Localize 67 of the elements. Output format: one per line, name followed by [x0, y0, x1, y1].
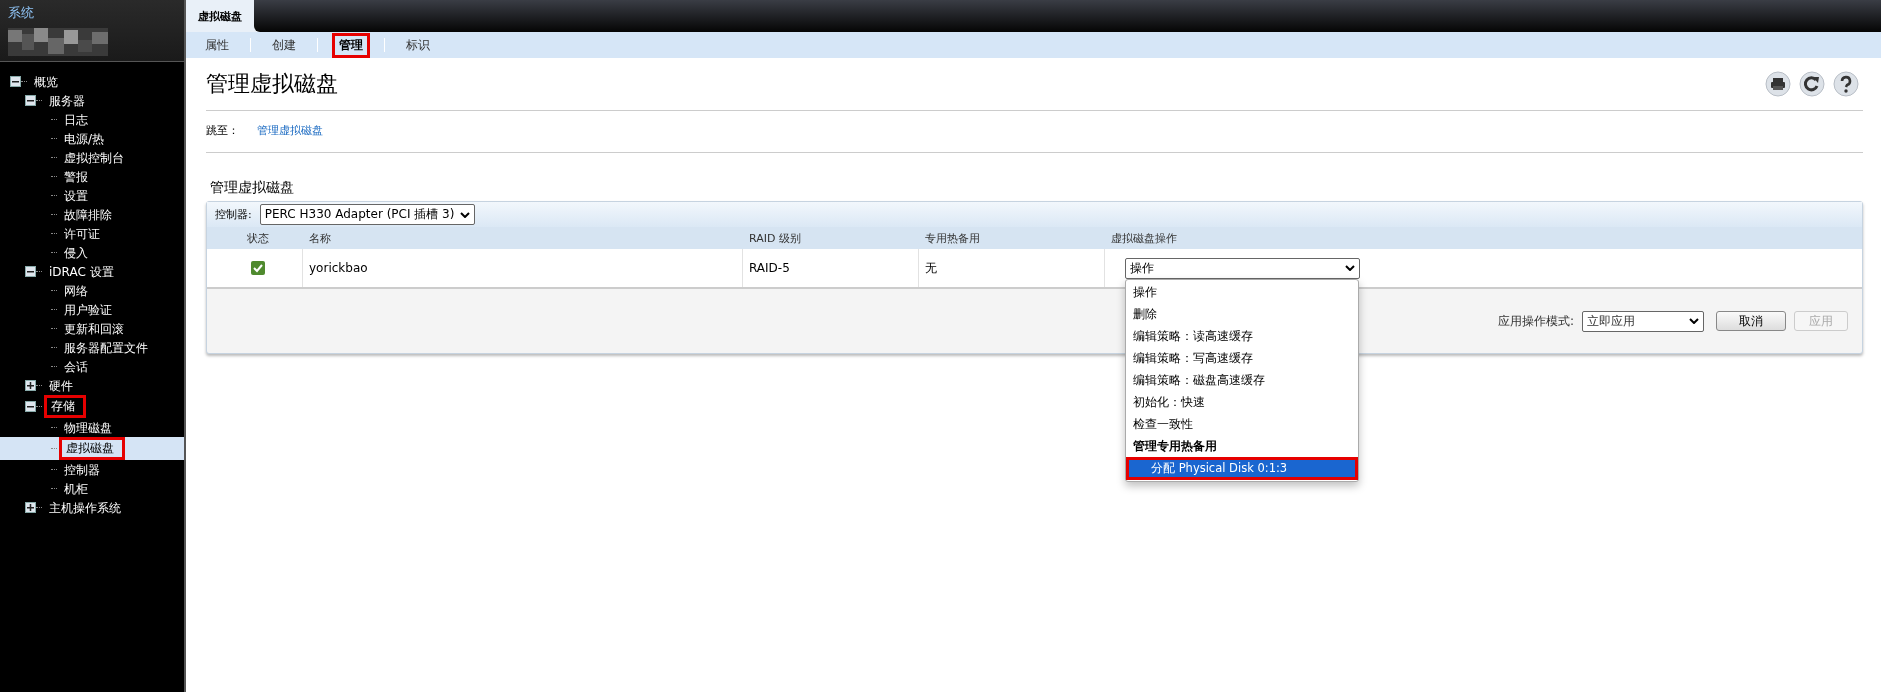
- tab[interactable]: 属性: [198, 32, 236, 58]
- column-header: 专用热备用: [924, 230, 981, 246]
- apply-mode-label: 应用操作模式:: [1497, 312, 1574, 330]
- tree-item[interactable]: 日志: [59, 110, 93, 129]
- collapse-icon[interactable]: [10, 76, 21, 87]
- tree-item[interactable]: 服务器配置文件: [59, 338, 153, 357]
- column-header: 虚拟磁盘操作: [1110, 230, 1178, 246]
- tree-item[interactable]: 用户验证: [59, 300, 117, 319]
- tree-item[interactable]: 存储: [44, 395, 86, 418]
- table-cell: 无: [919, 249, 1105, 287]
- tab[interactable]: 标识: [399, 32, 437, 58]
- collapse-icon[interactable]: [25, 401, 36, 412]
- controller-select[interactable]: PERC H330 Adapter (PCI 插槽 3): [259, 204, 476, 225]
- expand-icon[interactable]: [25, 502, 36, 513]
- dropdown-option[interactable]: 操作: [1126, 281, 1358, 304]
- tree-item[interactable]: 机柜: [59, 479, 93, 498]
- tree-item[interactable]: 更新和回滚: [59, 319, 129, 338]
- tree-item[interactable]: 设置: [59, 186, 93, 205]
- dropdown-option[interactable]: 编辑策略：写高速缓存: [1126, 347, 1358, 370]
- dropdown-option[interactable]: 管理专用热备用: [1126, 435, 1358, 458]
- jump-link[interactable]: 管理虚拟磁盘: [257, 123, 323, 138]
- action-button[interactable]: 取消: [1716, 311, 1786, 331]
- dropdown-option[interactable]: 检查一致性: [1126, 413, 1358, 436]
- tree-item[interactable]: 许可证: [59, 224, 105, 243]
- jump-label: 跳至：: [206, 123, 239, 138]
- refresh-icon[interactable]: [1799, 71, 1825, 97]
- table-cell: yorickbao: [303, 249, 743, 287]
- collapse-icon[interactable]: [25, 95, 36, 106]
- expand-icon[interactable]: [25, 380, 36, 391]
- tree-item[interactable]: 服务器: [44, 91, 90, 110]
- tree-item[interactable]: 概览: [29, 72, 63, 91]
- tree-item[interactable]: 虚拟控制台: [59, 148, 129, 167]
- dropdown-option[interactable]: 初始化：快速: [1126, 391, 1358, 414]
- sidebar-title: 系统: [8, 4, 35, 22]
- dropdown-option[interactable]: 编辑策略：磁盘高速缓存: [1126, 369, 1358, 392]
- print-icon[interactable]: [1765, 71, 1791, 97]
- tree-item[interactable]: 侵入: [59, 243, 93, 262]
- column-header: 状态: [246, 230, 270, 246]
- tree-item[interactable]: 网络: [59, 281, 93, 300]
- chevron-icon: [460, 211, 471, 218]
- collapse-icon[interactable]: [25, 266, 36, 277]
- tree-item[interactable]: 警报: [59, 167, 93, 186]
- tree-item[interactable]: 电源/热: [59, 129, 110, 148]
- column-header: 名称: [308, 230, 332, 246]
- controller-label: 控制器:: [215, 207, 252, 222]
- tree-item[interactable]: iDRAC 设置: [44, 262, 119, 281]
- chevron-icon: [1689, 318, 1699, 324]
- dropdown-option[interactable]: 分配 Physical Disk 0:1:3: [1126, 457, 1358, 480]
- dropdown-option[interactable]: 编辑策略：读高速缓存: [1126, 325, 1358, 348]
- tree-item[interactable]: 故障排除: [59, 205, 117, 224]
- section-title: 管理虚拟磁盘: [210, 179, 295, 197]
- tree-item[interactable]: 会话: [59, 357, 93, 376]
- tree-item[interactable]: 主机操作系统: [44, 498, 126, 517]
- tree-item[interactable]: 物理磁盘: [59, 418, 117, 437]
- tab[interactable]: 管理: [332, 32, 370, 58]
- tree-item[interactable]: 虚拟磁盘: [59, 437, 125, 460]
- column-header: RAID 级别: [748, 230, 802, 246]
- action-select[interactable]: 操作: [1125, 257, 1360, 279]
- tree-item[interactable]: 硬件: [44, 376, 78, 395]
- page-title: 管理虚拟磁盘: [206, 70, 338, 98]
- table-cell: RAID-5: [743, 249, 919, 287]
- tree-item[interactable]: 控制器: [59, 460, 105, 479]
- tab[interactable]: 创建: [265, 32, 303, 58]
- help-icon[interactable]: [1833, 71, 1859, 97]
- dropdown-option[interactable]: 删除: [1126, 303, 1358, 326]
- apply-mode-select[interactable]: 立即应用: [1582, 310, 1704, 332]
- chevron-icon: [1345, 265, 1355, 271]
